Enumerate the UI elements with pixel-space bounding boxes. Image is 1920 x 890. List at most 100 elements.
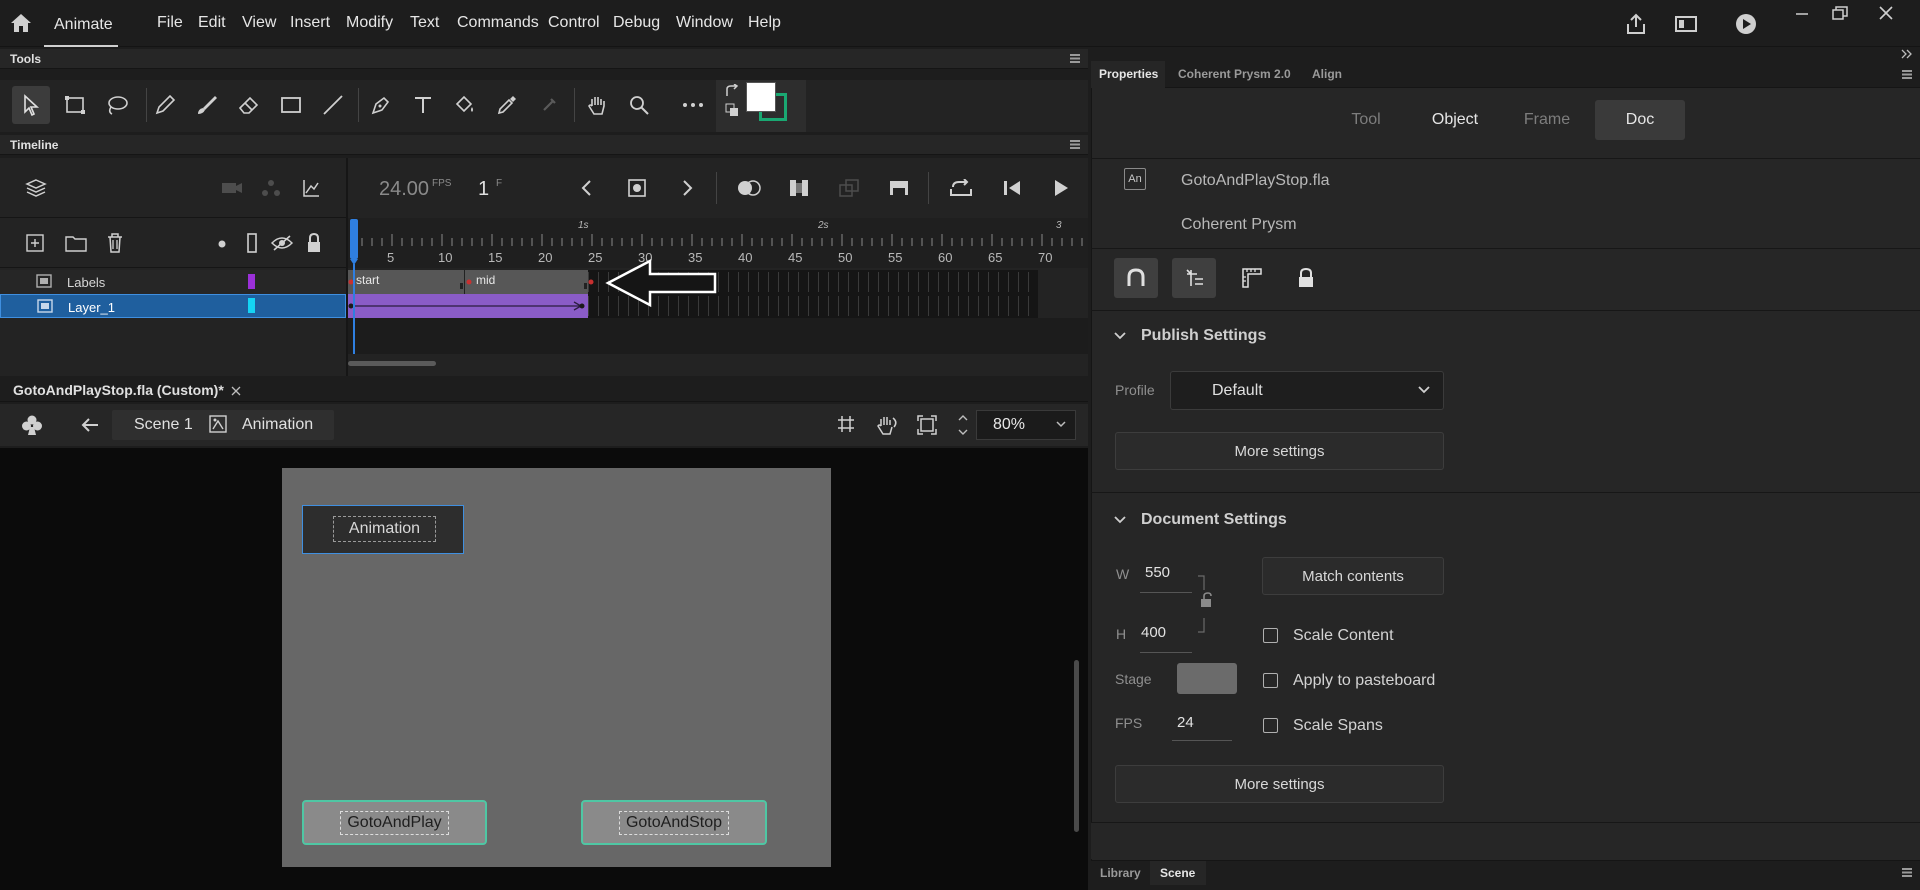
tab-align[interactable]: Align bbox=[1312, 67, 1342, 81]
scene-clubs-icon[interactable] bbox=[20, 414, 44, 436]
frame-row-labels[interactable]: start mid bbox=[348, 270, 1088, 294]
fit-stage-icon[interactable] bbox=[916, 414, 938, 436]
frame-row-layer1[interactable] bbox=[348, 294, 1088, 318]
chevron-down-icon[interactable] bbox=[1114, 514, 1126, 526]
segment-frame[interactable]: Frame bbox=[1506, 100, 1588, 140]
default-colors-icon[interactable] bbox=[724, 102, 740, 118]
goto-and-play-button[interactable]: GotoAndPlay bbox=[302, 800, 487, 845]
snap-grid-icon[interactable] bbox=[836, 414, 856, 434]
tab-scene[interactable]: Scene bbox=[1160, 866, 1195, 880]
close-tab-icon[interactable] bbox=[230, 385, 242, 397]
stage-scrollbar[interactable] bbox=[1074, 660, 1079, 832]
chevron-down-icon[interactable] bbox=[1114, 330, 1126, 342]
loop-icon[interactable] bbox=[948, 178, 974, 198]
layers-icon[interactable] bbox=[24, 176, 48, 200]
outline-icon[interactable] bbox=[244, 232, 260, 254]
selection-tool[interactable] bbox=[12, 86, 50, 124]
menu-insert[interactable]: Insert bbox=[290, 14, 330, 32]
highlight-layer-icon[interactable] bbox=[216, 238, 228, 250]
prev-keyframe-icon[interactable] bbox=[576, 178, 596, 198]
share-icon[interactable] bbox=[1624, 12, 1648, 36]
menu-debug[interactable]: Debug bbox=[613, 14, 660, 32]
link-dimensions-icon[interactable] bbox=[1194, 574, 1214, 634]
rectangle-tool[interactable] bbox=[272, 86, 310, 124]
animation-movieclip[interactable]: Animation bbox=[302, 505, 464, 554]
panel-menu-icon[interactable] bbox=[1902, 70, 1912, 79]
stroke-color-swatch[interactable] bbox=[746, 82, 776, 112]
menu-help[interactable]: Help bbox=[748, 14, 781, 32]
document-more-settings-button[interactable]: More settings bbox=[1115, 765, 1444, 803]
snap-align-button[interactable] bbox=[1172, 258, 1216, 298]
pen-tool[interactable] bbox=[362, 86, 400, 124]
insert-keyframe-icon[interactable] bbox=[626, 178, 648, 198]
rulers-button[interactable] bbox=[1230, 258, 1274, 298]
eraser-tool[interactable] bbox=[230, 86, 268, 124]
home-icon[interactable] bbox=[10, 12, 32, 34]
insert-frame-icon[interactable] bbox=[888, 178, 910, 198]
minimize-icon[interactable] bbox=[1792, 4, 1812, 22]
segment-doc[interactable]: Doc bbox=[1595, 100, 1685, 140]
onion-skin-icon[interactable] bbox=[736, 178, 762, 198]
timeline-scrollbar[interactable] bbox=[348, 361, 436, 366]
apply-pasteboard-checkbox[interactable] bbox=[1263, 673, 1278, 688]
line-tool[interactable] bbox=[314, 86, 352, 124]
zoom-stepper-icon[interactable] bbox=[956, 410, 970, 440]
panel-menu-icon[interactable] bbox=[1070, 54, 1080, 63]
height-field[interactable]: 400 bbox=[1141, 624, 1166, 641]
delete-layer-icon[interactable] bbox=[104, 232, 126, 254]
breadcrumb-scene[interactable]: Scene 1 bbox=[134, 416, 193, 434]
menu-control[interactable]: Control bbox=[548, 14, 600, 32]
menu-window[interactable]: Window bbox=[676, 14, 733, 32]
rotate-stage-icon[interactable] bbox=[874, 414, 900, 436]
publish-more-settings-button[interactable]: More settings bbox=[1115, 432, 1444, 470]
workspace-icon[interactable] bbox=[1674, 13, 1698, 35]
next-keyframe-icon[interactable] bbox=[678, 178, 698, 198]
menu-file[interactable]: File bbox=[157, 14, 183, 32]
zoom-tool[interactable] bbox=[620, 86, 658, 124]
zoom-field[interactable]: 80% bbox=[976, 410, 1076, 440]
snap-to-objects-button[interactable] bbox=[1114, 258, 1158, 298]
create-tween-icon[interactable] bbox=[838, 178, 860, 198]
layer-row-labels[interactable]: Labels bbox=[0, 270, 346, 294]
panel-menu-icon[interactable] bbox=[1902, 868, 1912, 877]
layer-color-swatch[interactable] bbox=[248, 274, 255, 289]
document-tab[interactable]: GotoAndPlayStop.fla (Custom)* bbox=[13, 382, 224, 398]
menu-view[interactable]: View bbox=[242, 14, 276, 32]
collapse-panel-icon[interactable] bbox=[1900, 48, 1914, 60]
layer-color-swatch[interactable] bbox=[248, 298, 255, 313]
timeline-ruler[interactable] bbox=[348, 218, 1088, 268]
goto-and-stop-button[interactable]: GotoAndStop bbox=[581, 800, 767, 845]
segment-tool[interactable]: Tool bbox=[1326, 100, 1406, 140]
step-back-icon[interactable] bbox=[1000, 178, 1024, 198]
tab-properties[interactable]: Properties bbox=[1099, 67, 1158, 81]
menu-commands[interactable]: Commands bbox=[457, 14, 539, 32]
swap-colors-icon[interactable] bbox=[724, 84, 742, 98]
layer-row-layer1[interactable]: Layer_1 bbox=[0, 294, 346, 318]
close-icon[interactable] bbox=[1876, 3, 1896, 23]
new-folder-icon[interactable] bbox=[64, 232, 88, 254]
stage-color-swatch[interactable] bbox=[1177, 663, 1237, 694]
segment-object[interactable]: Object bbox=[1414, 100, 1496, 140]
menu-edit[interactable]: Edit bbox=[198, 14, 226, 32]
hand-tool[interactable] bbox=[578, 86, 616, 124]
breadcrumb-symbol[interactable]: Animation bbox=[242, 416, 313, 434]
graph-icon[interactable] bbox=[300, 178, 322, 198]
match-contents-button[interactable]: Match contents bbox=[1262, 557, 1444, 595]
scale-spans-checkbox[interactable] bbox=[1263, 718, 1278, 733]
brush-tool[interactable] bbox=[188, 86, 226, 124]
eyedropper-tool[interactable] bbox=[488, 86, 526, 124]
hide-layer-icon[interactable] bbox=[270, 232, 294, 254]
scale-content-checkbox[interactable] bbox=[1263, 628, 1278, 643]
pencil-tool[interactable] bbox=[146, 86, 184, 124]
test-movie-icon[interactable] bbox=[1734, 12, 1758, 36]
panel-menu-icon[interactable] bbox=[1070, 140, 1080, 149]
camera-icon[interactable] bbox=[220, 178, 244, 198]
tab-coherent-prysm[interactable]: Coherent Prysm 2.0 bbox=[1178, 67, 1291, 81]
profile-select[interactable]: Default bbox=[1170, 371, 1444, 410]
lasso-tool[interactable] bbox=[98, 86, 136, 124]
free-transform-tool[interactable] bbox=[56, 86, 94, 124]
restore-icon[interactable] bbox=[1830, 4, 1850, 22]
play-icon[interactable] bbox=[1050, 178, 1072, 198]
back-arrow-icon[interactable] bbox=[80, 416, 100, 434]
playhead[interactable] bbox=[350, 219, 358, 265]
